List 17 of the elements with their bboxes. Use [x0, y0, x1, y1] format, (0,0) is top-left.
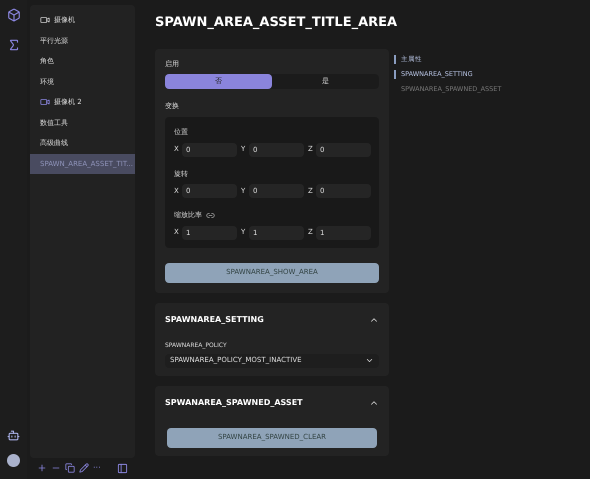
link-icon[interactable]	[206, 210, 215, 220]
more-button[interactable]: ···	[93, 462, 101, 474]
page-title: SPAWN_AREA_ASSET_TITLE_AREA	[155, 14, 398, 32]
copy-icon[interactable]	[65, 463, 75, 473]
pencil-icon[interactable]	[79, 463, 89, 473]
cube-icon[interactable]	[6, 8, 20, 22]
section-header[interactable]: SPAWNAREA_SETTING	[165, 312, 379, 326]
section-title: SPWANAREA_SPAWNED_ASSET	[165, 396, 303, 408]
camera-icon	[40, 97, 50, 108]
avatar[interactable]	[7, 454, 20, 467]
panel-icon[interactable]	[116, 462, 128, 474]
section-header[interactable]: SPWANAREA_SPAWNED_ASSET	[165, 396, 379, 410]
chevron-down-icon	[365, 356, 374, 365]
camera-icon	[40, 15, 50, 26]
robot-icon[interactable]	[7, 429, 20, 442]
add-icon[interactable]	[37, 463, 47, 473]
section-title: SPAWNAREA_SETTING	[165, 314, 264, 326]
